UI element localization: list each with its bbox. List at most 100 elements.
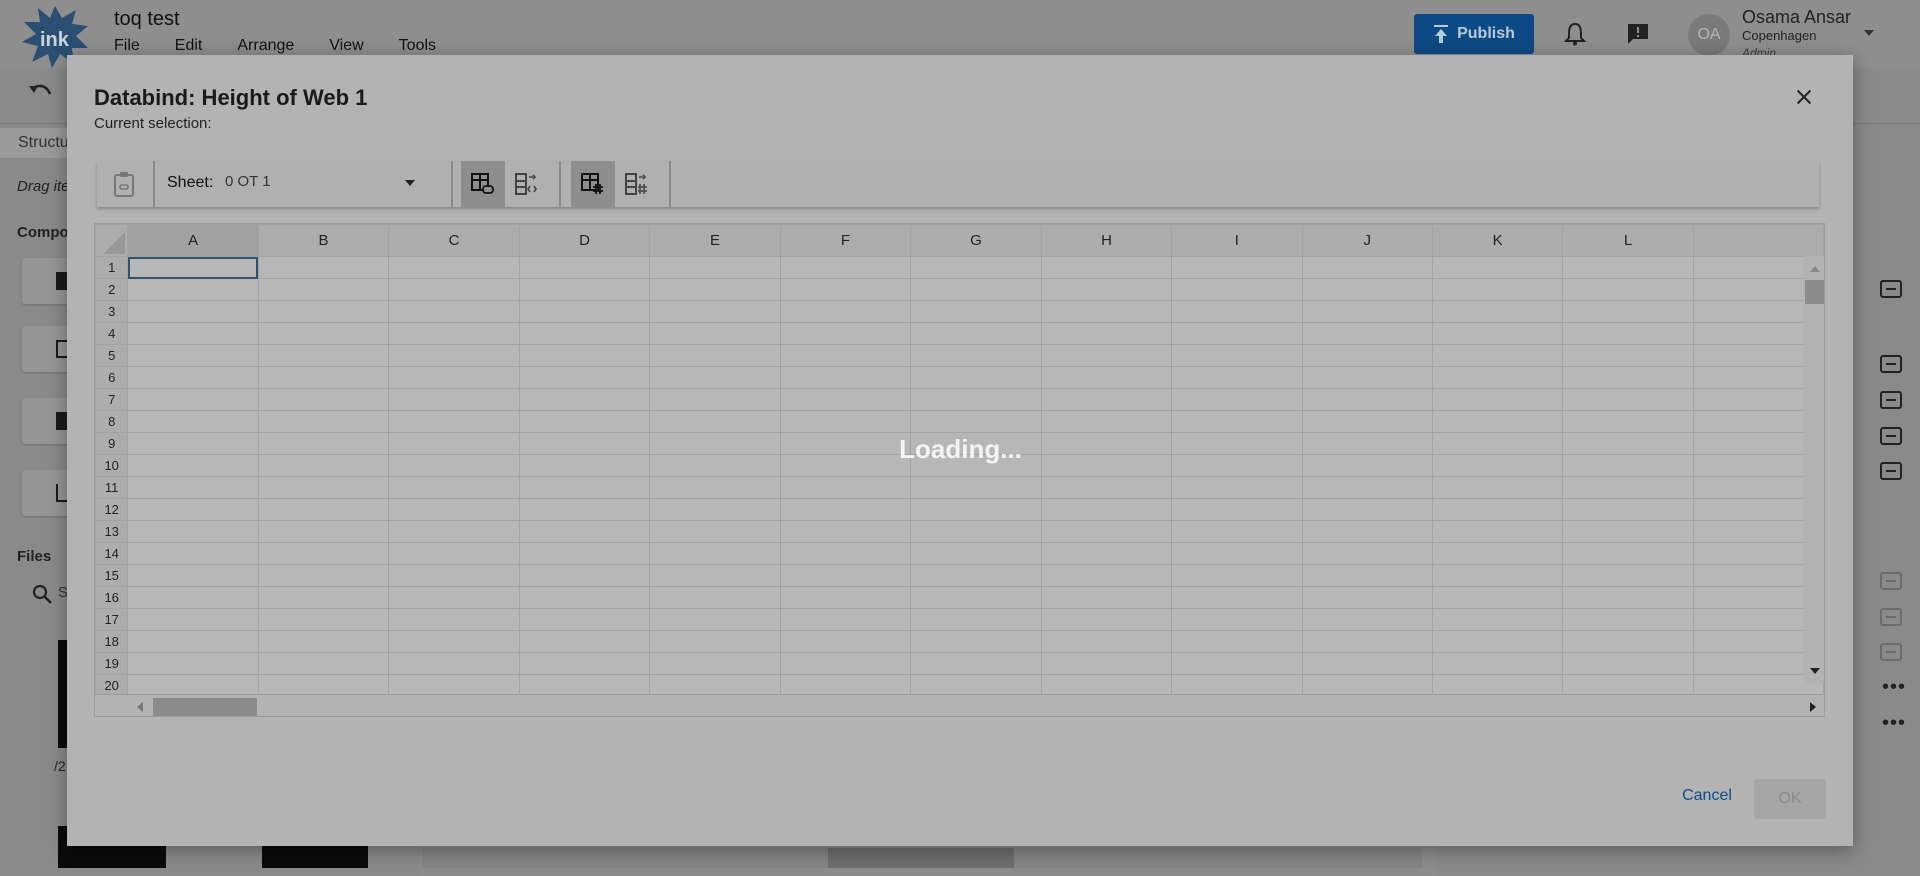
grid-cell[interactable] bbox=[649, 410, 781, 433]
grid-cell[interactable] bbox=[1040, 498, 1173, 521]
grid-cell[interactable] bbox=[388, 542, 520, 565]
link-icon[interactable] bbox=[1880, 427, 1902, 445]
grid-cell[interactable] bbox=[649, 388, 781, 411]
grid-cell[interactable] bbox=[1040, 410, 1173, 433]
grid-cell[interactable] bbox=[1040, 278, 1173, 301]
grid-cell[interactable] bbox=[257, 630, 390, 653]
grid-cell[interactable] bbox=[257, 520, 390, 543]
grid-cell[interactable] bbox=[1301, 652, 1433, 675]
grid-cell[interactable] bbox=[1562, 542, 1694, 565]
link-icon[interactable] bbox=[1880, 608, 1902, 626]
link-icon[interactable] bbox=[1880, 355, 1902, 373]
grid-cell[interactable] bbox=[1040, 652, 1173, 675]
grid-cell[interactable] bbox=[910, 388, 1042, 411]
grid-cell[interactable] bbox=[1301, 476, 1433, 499]
grid-cell[interactable] bbox=[1562, 498, 1694, 521]
component-chart[interactable] bbox=[22, 326, 72, 372]
grid-cell[interactable] bbox=[257, 278, 390, 301]
more-icon[interactable]: ••• bbox=[1882, 712, 1906, 735]
column-header[interactable]: E bbox=[649, 224, 781, 257]
link-icon[interactable] bbox=[1880, 572, 1902, 590]
grid-cell[interactable] bbox=[1301, 410, 1433, 433]
grid-cell[interactable] bbox=[910, 476, 1042, 499]
grid-cell[interactable] bbox=[518, 344, 651, 367]
grid-cell[interactable] bbox=[257, 256, 390, 279]
grid-cell[interactable] bbox=[518, 586, 651, 609]
grid-cell[interactable] bbox=[1562, 630, 1694, 653]
grid-cell[interactable] bbox=[518, 322, 651, 345]
grid-cell[interactable] bbox=[1431, 476, 1564, 499]
grid-cell[interactable] bbox=[910, 300, 1042, 323]
grid-cell[interactable] bbox=[649, 542, 781, 565]
grid-cell[interactable] bbox=[910, 586, 1042, 609]
grid-cell[interactable] bbox=[518, 366, 651, 389]
grid-cell[interactable] bbox=[388, 410, 520, 433]
avatar[interactable]: OA bbox=[1688, 14, 1730, 56]
grid-cell[interactable] bbox=[127, 256, 259, 279]
grid-cell[interactable] bbox=[910, 630, 1042, 653]
grid-cell[interactable] bbox=[779, 630, 912, 653]
grid-cell[interactable] bbox=[1431, 256, 1564, 279]
grid-cell[interactable] bbox=[1562, 410, 1694, 433]
grid-cell[interactable] bbox=[1562, 322, 1694, 345]
grid-cell[interactable] bbox=[779, 586, 912, 609]
grid-cell[interactable] bbox=[127, 410, 259, 433]
grid-cell[interactable] bbox=[1562, 520, 1694, 543]
grid-cell[interactable] bbox=[910, 322, 1042, 345]
grid-cell[interactable] bbox=[1301, 520, 1433, 543]
grid-cell[interactable] bbox=[257, 608, 390, 631]
column-header[interactable]: G bbox=[910, 224, 1042, 257]
grid-cell[interactable] bbox=[1301, 630, 1433, 653]
grid-cell[interactable] bbox=[910, 498, 1042, 521]
grid-cell[interactable] bbox=[388, 344, 520, 367]
grid-cell[interactable] bbox=[1431, 652, 1564, 675]
column-header[interactable]: A bbox=[127, 224, 259, 257]
menu-tools[interactable]: Tools bbox=[399, 37, 436, 55]
row-header[interactable]: 15 bbox=[95, 564, 129, 587]
grid-cell[interactable] bbox=[910, 564, 1042, 587]
close-icon[interactable] bbox=[1796, 89, 1812, 105]
scroll-thumb[interactable] bbox=[153, 698, 257, 716]
grid-cell[interactable] bbox=[1040, 322, 1173, 345]
grid-cell[interactable] bbox=[518, 388, 651, 411]
chevron-down-icon[interactable] bbox=[1864, 30, 1874, 36]
grid-cell[interactable] bbox=[388, 388, 520, 411]
select-all-corner[interactable] bbox=[95, 224, 129, 257]
grid-cell[interactable] bbox=[518, 498, 651, 521]
document-title[interactable]: toq test bbox=[114, 8, 180, 31]
publish-button[interactable]: Publish bbox=[1414, 14, 1534, 54]
grid-cell[interactable] bbox=[1171, 410, 1303, 433]
grid-cell[interactable] bbox=[518, 608, 651, 631]
grid-cell[interactable] bbox=[1562, 608, 1694, 631]
column-header[interactable]: L bbox=[1562, 224, 1694, 257]
grid-hscroll[interactable] bbox=[95, 694, 1824, 716]
undo-icon[interactable] bbox=[28, 82, 52, 102]
grid-cell[interactable] bbox=[388, 322, 520, 345]
grid-cell[interactable] bbox=[1171, 652, 1303, 675]
grid-cell[interactable] bbox=[1040, 476, 1173, 499]
grid-cell[interactable] bbox=[1040, 388, 1173, 411]
column-header[interactable]: D bbox=[518, 224, 651, 257]
grid-cell[interactable] bbox=[1171, 344, 1303, 367]
grid-cell[interactable] bbox=[518, 256, 651, 279]
grid-cell[interactable] bbox=[127, 498, 259, 521]
row-header[interactable]: 8 bbox=[95, 410, 129, 433]
grid-cell[interactable] bbox=[1301, 388, 1433, 411]
grid-cell[interactable] bbox=[388, 256, 520, 279]
grid-cell[interactable] bbox=[388, 520, 520, 543]
row-header[interactable]: 14 bbox=[95, 542, 129, 565]
grid-cell[interactable] bbox=[1562, 278, 1694, 301]
grid-cell[interactable] bbox=[388, 300, 520, 323]
grid-cell[interactable] bbox=[388, 652, 520, 675]
grid-cell[interactable] bbox=[779, 608, 912, 631]
grid-cell[interactable] bbox=[518, 564, 651, 587]
grid-cell[interactable] bbox=[1040, 542, 1173, 565]
grid-cell[interactable] bbox=[1040, 300, 1173, 323]
grid-cell[interactable] bbox=[518, 476, 651, 499]
grid-cell[interactable] bbox=[127, 520, 259, 543]
grid-cell[interactable] bbox=[649, 344, 781, 367]
row-header[interactable]: 17 bbox=[95, 608, 129, 631]
link-icon[interactable] bbox=[1880, 643, 1902, 661]
grid-cell[interactable] bbox=[1431, 630, 1564, 653]
grid-cell[interactable] bbox=[1562, 344, 1694, 367]
